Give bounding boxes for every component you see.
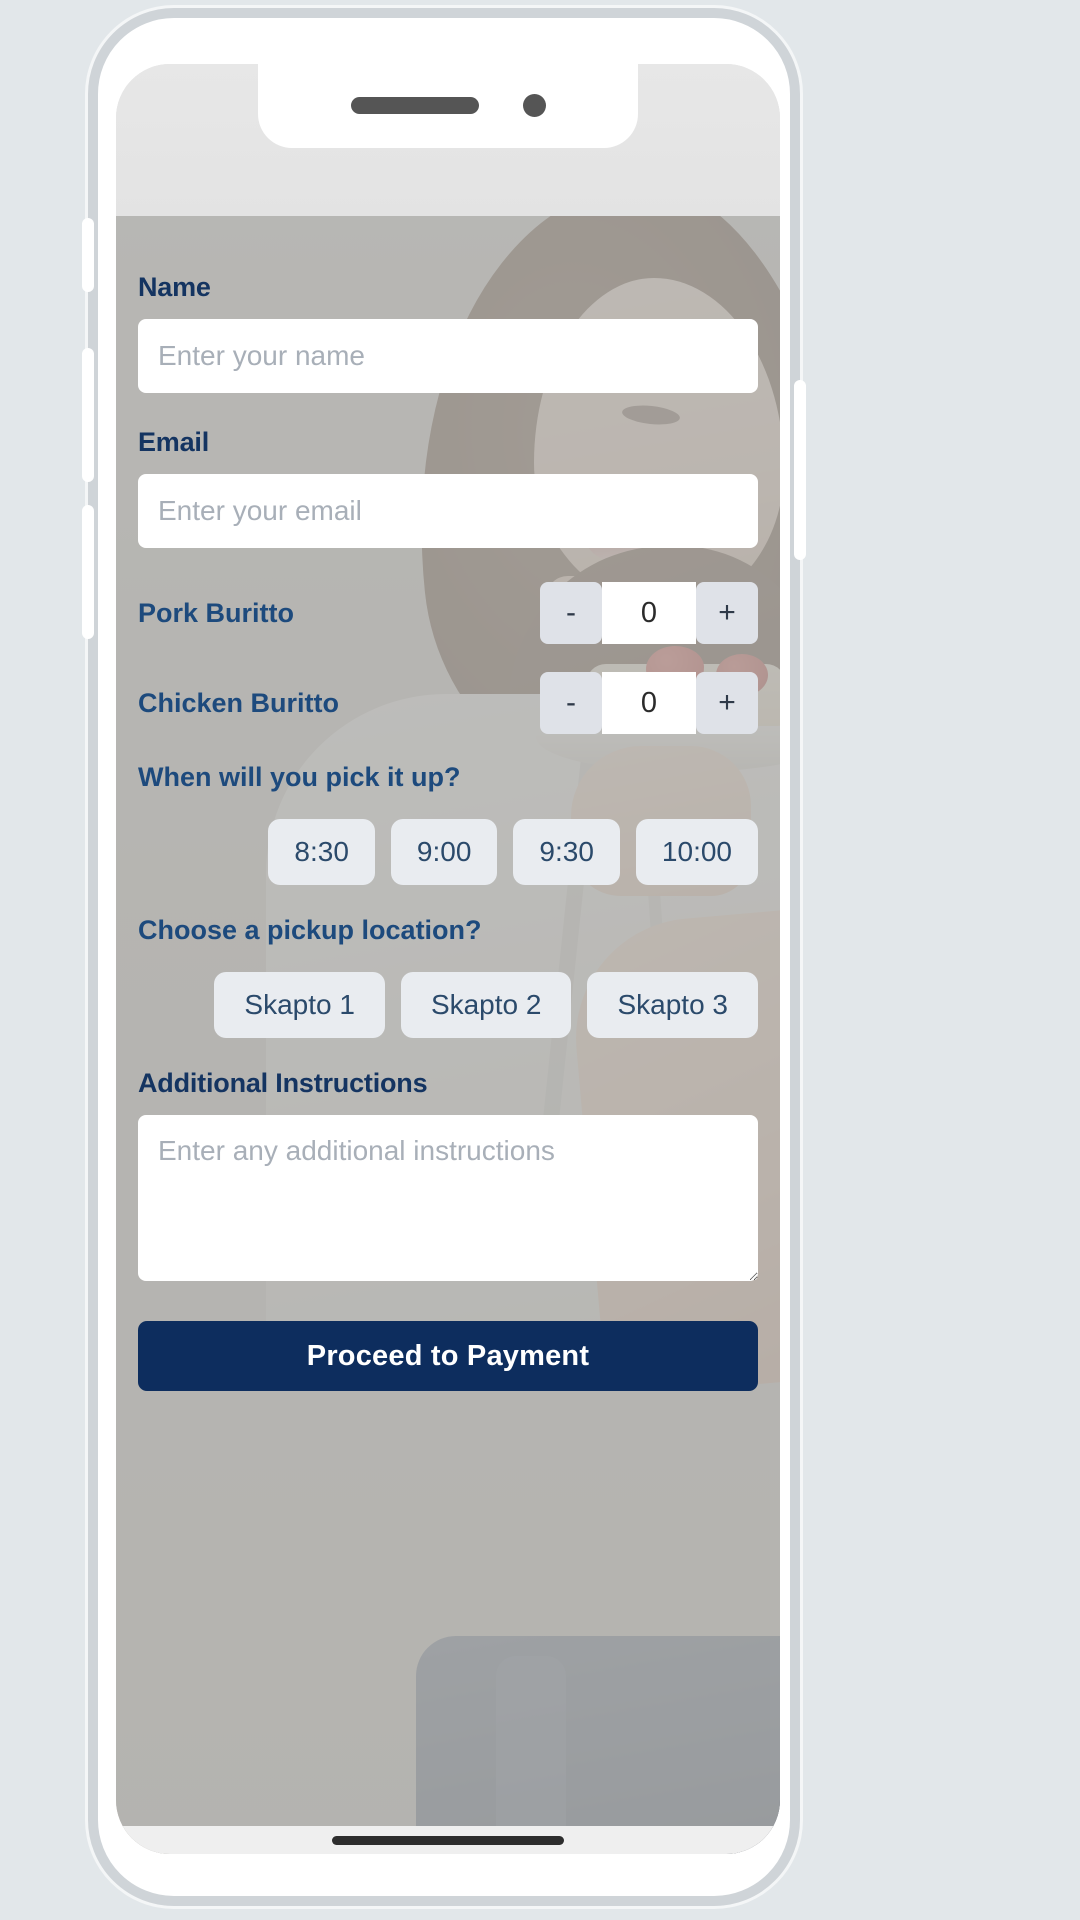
phone-frame: Name Email Pork Buritto - 0 + Chicken Bu	[82, 8, 806, 1906]
power-button[interactable]	[794, 380, 806, 560]
quantity-stepper-pork: - 0 +	[540, 582, 758, 644]
email-label: Email	[138, 427, 210, 457]
speaker-icon	[350, 96, 479, 114]
order-form: Name Email Pork Buritto - 0 + Chicken Bu	[116, 216, 780, 1391]
home-indicator-strip	[116, 1826, 780, 1854]
name-input[interactable]	[138, 319, 758, 393]
decrement-button-chicken[interactable]: -	[540, 672, 602, 734]
increment-button-pork[interactable]: +	[696, 582, 758, 644]
time-option-1000[interactable]: 10:00	[635, 819, 758, 885]
time-option-0830[interactable]: 8:30	[268, 819, 375, 885]
home-indicator[interactable]	[332, 1836, 564, 1845]
pickup-location-options: Skapto 1 Skapto 2 Skapto 3	[138, 972, 758, 1038]
pickup-location-question: Choose a pickup location?	[138, 915, 482, 945]
instructions-label: Additional Instructions	[138, 1068, 428, 1098]
email-input[interactable]	[138, 474, 758, 548]
location-option-skapto-2[interactable]: Skapto 2	[400, 972, 572, 1038]
quantity-value-pork[interactable]: 0	[602, 582, 696, 644]
app-screen: Name Email Pork Buritto - 0 + Chicken Bu	[116, 64, 780, 1854]
time-option-0900[interactable]: 9:00	[390, 819, 498, 885]
increment-button-chicken[interactable]: +	[696, 672, 758, 734]
item-row-chicken: Chicken Buritto - 0 +	[138, 672, 758, 734]
camera-icon	[522, 93, 546, 117]
phone-notch	[258, 64, 638, 148]
item-label-chicken: Chicken Buritto	[138, 687, 340, 718]
location-option-skapto-3[interactable]: Skapto 3	[587, 972, 758, 1038]
silent-switch[interactable]	[82, 218, 94, 292]
proceed-to-payment-button[interactable]: Proceed to Payment	[138, 1321, 758, 1391]
pickup-time-question: When will you pick it up?	[138, 762, 461, 792]
volume-up-button[interactable]	[82, 348, 94, 482]
location-option-skapto-1[interactable]: Skapto 1	[214, 972, 385, 1038]
quantity-stepper-chicken: - 0 +	[540, 672, 758, 734]
page-root: Name Email Pork Buritto - 0 + Chicken Bu	[0, 0, 1080, 1920]
item-row-pork: Pork Buritto - 0 +	[138, 582, 758, 644]
time-option-0930[interactable]: 9:30	[513, 819, 620, 885]
phone-screen: Name Email Pork Buritto - 0 + Chicken Bu	[116, 64, 780, 1854]
volume-down-button[interactable]	[82, 505, 94, 639]
pickup-time-options: 8:30 9:00 9:30 10:00	[138, 819, 758, 885]
instructions-textarea[interactable]	[138, 1115, 758, 1281]
item-label-pork: Pork Buritto	[138, 597, 295, 628]
decrement-button-pork[interactable]: -	[540, 582, 602, 644]
quantity-value-chicken[interactable]: 0	[602, 672, 696, 734]
name-label: Name	[138, 272, 211, 302]
